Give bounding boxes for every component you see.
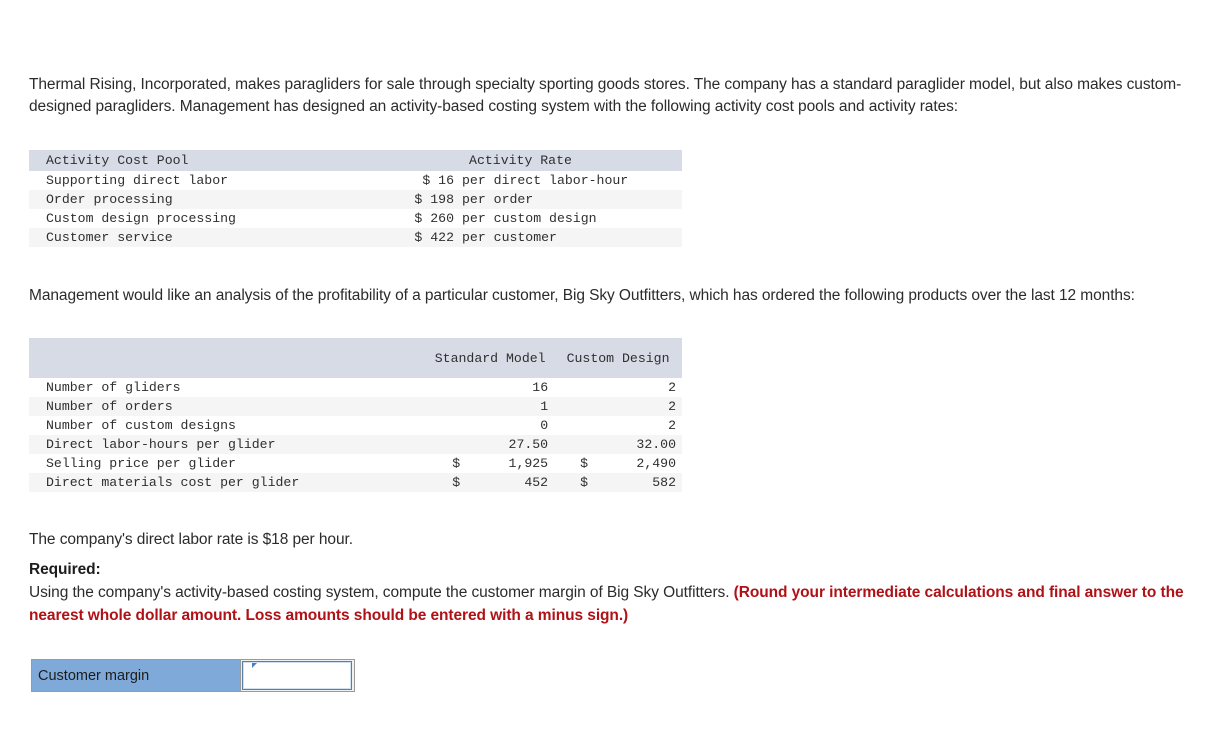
header-activity-rate: Activity Rate bbox=[359, 150, 682, 171]
cell-standard-value: 27.50 bbox=[508, 437, 549, 452]
table-row: Direct materials cost per glider $ 452 $… bbox=[29, 473, 682, 492]
product-mix-table-body: Number of gliders 16 2 Number of orders … bbox=[29, 378, 682, 492]
cell-custom-value: 582 bbox=[652, 475, 676, 490]
cell-rate-amount: $ 260 bbox=[414, 211, 454, 226]
cell-standard-currency: $ bbox=[452, 475, 461, 490]
cell-cost-pool: Order processing bbox=[46, 192, 173, 207]
activity-rate-table-head: Activity Cost Pool Activity Rate bbox=[29, 150, 682, 171]
cell-row-label: Selling price per glider bbox=[46, 456, 236, 471]
cell-custom-currency bbox=[554, 397, 588, 416]
header-custom-design: Custom Design bbox=[554, 338, 682, 378]
product-mix-table: Standard Model Custom Design Number of g… bbox=[29, 338, 682, 492]
cell-custom-currency bbox=[554, 435, 588, 454]
cell-standard-currency bbox=[426, 435, 460, 454]
cell-rate-unit: per customer bbox=[462, 230, 557, 245]
cell-custom-currency: $ bbox=[580, 475, 589, 490]
cell-cost-pool: Supporting direct labor bbox=[46, 173, 229, 188]
table-header-row: Activity Cost Pool Activity Rate bbox=[29, 150, 682, 171]
cell-custom-currency bbox=[554, 378, 588, 397]
cell-cost-pool: Custom design processing bbox=[46, 211, 236, 226]
cell-rate-amount: $ 422 bbox=[414, 230, 454, 245]
cell-row-label: Number of orders bbox=[46, 399, 173, 414]
table-row: Number of orders 1 2 bbox=[29, 397, 682, 416]
activity-rate-table: Activity Cost Pool Activity Rate Support… bbox=[29, 150, 682, 247]
cell-custom-value: 2 bbox=[668, 418, 676, 433]
required-heading: Required: bbox=[29, 561, 101, 578]
table-row: Customer service $ 422 per customer bbox=[29, 228, 682, 247]
cell-rate-amount: $ 16 bbox=[422, 173, 454, 188]
cell-standard-value: 16 bbox=[532, 380, 549, 395]
required-block: Required: Using the company's activity-b… bbox=[29, 559, 1204, 627]
header-activity-cost-pool: Activity Cost Pool bbox=[29, 150, 359, 171]
cell-custom-value: 2,490 bbox=[636, 456, 676, 471]
header-standard-model: Standard Model bbox=[426, 338, 555, 378]
table-row: Number of custom designs 0 2 bbox=[29, 416, 682, 435]
answer-input-cell[interactable] bbox=[241, 660, 354, 691]
cell-row-label: Direct labor-hours per glider bbox=[46, 437, 276, 452]
customer-margin-answer-widget: Customer margin bbox=[31, 659, 355, 692]
cell-rate-unit: per direct labor-hour bbox=[462, 173, 629, 188]
cell-row-label: Direct materials cost per glider bbox=[46, 475, 300, 490]
customer-margin-label: Customer margin bbox=[32, 660, 241, 691]
labor-rate-paragraph: The company's direct labor rate is $18 p… bbox=[29, 530, 353, 548]
customer-margin-input[interactable] bbox=[242, 661, 352, 690]
cell-standard-currency bbox=[426, 397, 460, 416]
cell-custom-value: 32.00 bbox=[636, 437, 676, 452]
cell-custom-currency bbox=[554, 416, 588, 435]
cell-standard-currency bbox=[426, 378, 460, 397]
cell-rate-amount: $ 198 bbox=[414, 192, 454, 207]
table-header-row: Standard Model Custom Design bbox=[29, 338, 682, 378]
cell-custom-currency: $ bbox=[580, 456, 589, 471]
required-body-normal: Using the company's activity-based costi… bbox=[29, 584, 734, 601]
activity-rate-table-body: Supporting direct labor $ 16 per direct … bbox=[29, 171, 682, 247]
cell-standard-value: 0 bbox=[540, 418, 549, 433]
analysis-paragraph: Management would like an analysis of the… bbox=[29, 286, 1135, 304]
product-mix-table-head: Standard Model Custom Design bbox=[29, 338, 682, 378]
cell-custom-value: 2 bbox=[668, 380, 676, 395]
cell-custom-value: 2 bbox=[668, 399, 676, 414]
cell-standard-currency bbox=[426, 416, 460, 435]
cell-row-label: Number of gliders bbox=[46, 380, 181, 395]
intro-paragraph: Thermal Rising, Incorporated, makes para… bbox=[29, 75, 1182, 116]
cell-row-label: Number of custom designs bbox=[46, 418, 236, 433]
required-body: Using the company's activity-based costi… bbox=[29, 581, 1204, 627]
cell-standard-value: 452 bbox=[524, 475, 549, 490]
table-row: Order processing $ 198 per order bbox=[29, 190, 682, 209]
cell-standard-value: 1,925 bbox=[508, 456, 549, 471]
table-row: Selling price per glider $ 1,925 $ 2,490 bbox=[29, 454, 682, 473]
question-page: Thermal Rising, Incorporated, makes para… bbox=[0, 0, 1226, 729]
cell-standard-currency: $ bbox=[452, 456, 461, 471]
cell-rate-unit: per custom design bbox=[462, 211, 597, 226]
table-row: Direct labor-hours per glider 27.50 32.0… bbox=[29, 435, 682, 454]
table-row: Custom design processing $ 260 per custo… bbox=[29, 209, 682, 228]
table-row: Number of gliders 16 2 bbox=[29, 378, 682, 397]
cell-cost-pool: Customer service bbox=[46, 230, 173, 245]
cell-rate-unit: per order bbox=[462, 192, 534, 207]
table-row: Supporting direct labor $ 16 per direct … bbox=[29, 171, 682, 190]
header-blank bbox=[29, 338, 427, 378]
cell-standard-value: 1 bbox=[540, 399, 549, 414]
